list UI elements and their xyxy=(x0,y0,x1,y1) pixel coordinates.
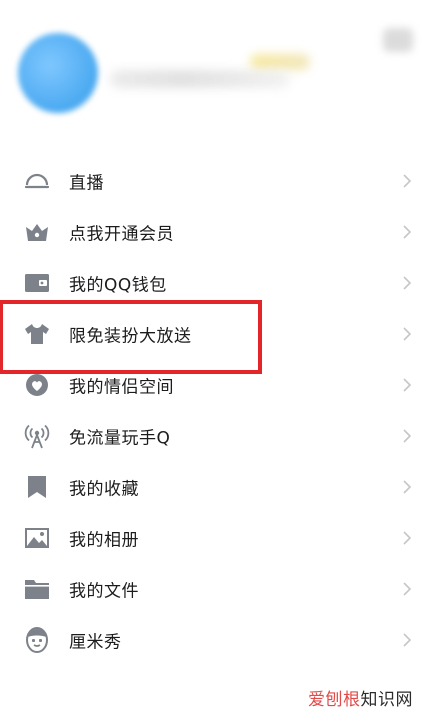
chevron-right-icon xyxy=(403,377,411,392)
vip-crown-icon xyxy=(23,218,51,246)
menu-item-label: 厘米秀 xyxy=(69,632,122,652)
blurred-corner-button[interactable] xyxy=(383,28,413,52)
blurred-vip-badge xyxy=(250,54,310,70)
menu-item-free-data[interactable]: 免流量玩手Q xyxy=(0,410,435,461)
chevron-right-icon xyxy=(403,275,411,290)
menu-item-label: 我的收藏 xyxy=(69,479,139,499)
menu-item-live[interactable]: 直播 xyxy=(0,155,435,206)
chevron-right-icon xyxy=(403,530,411,545)
menu-item-label: 直播 xyxy=(69,173,104,193)
watermark: 爱刨根知识网 xyxy=(308,685,413,710)
menu-item-label: 免流量玩手Q xyxy=(69,428,171,448)
menu-item-label: 我的相册 xyxy=(69,530,139,550)
menu-item-favorites[interactable]: 我的收藏 xyxy=(0,461,435,512)
chevron-right-icon xyxy=(403,581,411,596)
live-dome-icon xyxy=(23,167,51,195)
menu-item-cmshow[interactable]: 厘米秀 xyxy=(0,614,435,665)
chevron-right-icon xyxy=(403,326,411,341)
menu-item-files[interactable]: 我的文件 xyxy=(0,563,435,614)
menu-item-vip[interactable]: 点我开通会员 xyxy=(0,206,435,257)
chevron-right-icon xyxy=(403,479,411,494)
red-highlight-box xyxy=(0,300,262,374)
profile-header[interactable] xyxy=(0,0,435,120)
watermark-part-1: 爱刨根 xyxy=(308,690,361,710)
chevron-right-icon xyxy=(403,632,411,647)
menu-item-label: 点我开通会员 xyxy=(69,224,174,244)
chevron-right-icon xyxy=(403,428,411,443)
watermark-part-2: 知识网 xyxy=(360,690,413,710)
chevron-right-icon xyxy=(403,173,411,188)
avatar[interactable] xyxy=(18,33,98,113)
chevron-right-icon xyxy=(403,224,411,239)
folder-icon xyxy=(23,575,51,603)
wallet-icon xyxy=(23,269,51,297)
menu-item-label: 我的文件 xyxy=(69,581,139,601)
menu-item-label: 我的情侣空间 xyxy=(69,377,174,397)
cmshow-face-icon xyxy=(23,626,51,654)
menu-item-label: 我的QQ钱包 xyxy=(69,275,167,295)
menu-item-album[interactable]: 我的相册 xyxy=(0,512,435,563)
couple-space-icon xyxy=(23,371,51,399)
blurred-profile-name xyxy=(110,70,290,88)
bookmark-icon xyxy=(23,473,51,501)
photo-album-icon xyxy=(23,524,51,552)
menu-list: 直播 点我开通会员 我的QQ钱包 限免装扮大放送 我的情侣空间 免流量玩手Q 我… xyxy=(0,155,435,665)
signal-tower-icon xyxy=(23,422,51,450)
